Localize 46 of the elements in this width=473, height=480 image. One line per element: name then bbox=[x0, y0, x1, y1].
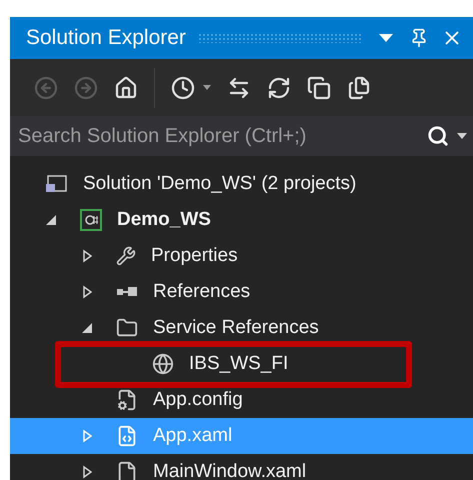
tree-item-label: App.xaml bbox=[153, 424, 232, 448]
references-icon bbox=[116, 286, 138, 298]
tree-item[interactable]: App.config bbox=[10, 382, 473, 418]
tree-item[interactable]: Properties bbox=[10, 238, 473, 274]
toolbar-button[interactable] bbox=[267, 76, 291, 100]
file-icon bbox=[116, 461, 138, 480]
documents-icon bbox=[347, 76, 371, 100]
caret-icon bbox=[203, 85, 211, 90]
folder-icon bbox=[116, 317, 138, 339]
wrench-icon bbox=[116, 246, 136, 266]
stacked-windows-icon bbox=[307, 76, 331, 100]
config-file-icon bbox=[116, 389, 138, 411]
expanded-arrow-icon[interactable] bbox=[80, 321, 94, 335]
tree-item[interactable]: Demo_WS bbox=[10, 202, 473, 238]
tree-item[interactable]: IBS_WS_FI bbox=[10, 346, 473, 382]
search-input[interactable]: Search Solution Explorer (Ctrl+;) bbox=[18, 121, 419, 151]
window-title: Solution Explorer bbox=[26, 25, 186, 52]
swap-arrows-icon bbox=[227, 76, 251, 100]
expanded-arrow-icon[interactable] bbox=[44, 213, 58, 227]
globe-icon bbox=[152, 353, 174, 375]
tree-item-label: Demo_WS bbox=[117, 208, 211, 232]
tree-item[interactable]: Service References bbox=[10, 310, 473, 346]
tree-item[interactable]: Solution 'Demo_WS' (2 projects) bbox=[10, 166, 473, 202]
tree-item-label: IBS_WS_FI bbox=[189, 352, 288, 376]
tree-item-label: Service References bbox=[153, 316, 319, 340]
toolbar-button[interactable] bbox=[347, 76, 371, 100]
tree-item[interactable]: References bbox=[10, 274, 473, 310]
solution-icon bbox=[44, 174, 68, 194]
search-icon bbox=[427, 125, 449, 147]
clock-icon bbox=[171, 76, 195, 100]
tree-item-label: References bbox=[153, 280, 250, 304]
caret-icon bbox=[457, 133, 467, 139]
tree-item-label: Solution 'Demo_WS' (2 projects) bbox=[83, 172, 356, 196]
search-field[interactable]: Search Solution Explorer (Ctrl+;) bbox=[10, 116, 473, 156]
toolbar-button[interactable] bbox=[307, 76, 331, 100]
home-icon bbox=[114, 76, 138, 100]
toolbar-button[interactable] bbox=[227, 76, 251, 100]
tree-item-label: Properties bbox=[151, 244, 238, 268]
tree-item-label: MainWindow.xaml bbox=[153, 460, 306, 480]
refresh-icon bbox=[267, 76, 291, 100]
xaml-file-icon bbox=[116, 425, 138, 447]
tree-item-label: App.config bbox=[153, 388, 243, 412]
csharp-project-icon bbox=[80, 209, 102, 231]
tree-item[interactable]: MainWindow.xaml bbox=[10, 454, 473, 480]
toolbar-button[interactable] bbox=[171, 76, 211, 100]
caret-icon bbox=[379, 34, 393, 42]
